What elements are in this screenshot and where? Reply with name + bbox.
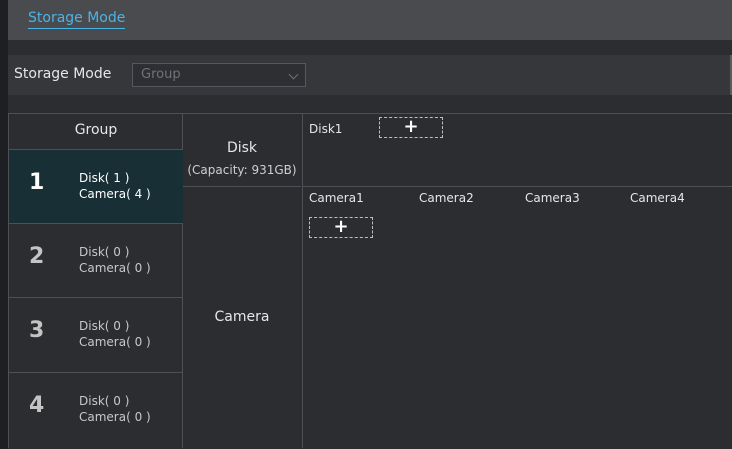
top-tab-bar: Storage Mode <box>8 0 732 40</box>
group-camera-count: Camera( 0 ) <box>79 410 151 424</box>
disk-capacity: (Capacity: 931GB) <box>187 163 297 177</box>
plus-icon: + <box>333 216 349 237</box>
camera-assignment-row: Camera1 Camera2 Camera3 Camera4 + <box>303 187 732 448</box>
group-camera-count: Camera( 0 ) <box>79 261 151 275</box>
camera-item: Camera1 <box>309 191 364 205</box>
camera-item: Camera2 <box>419 191 474 205</box>
storage-group-table: Group 1 Disk( 1 ) Camera( 4 ) 2 Disk( 0 … <box>8 113 732 448</box>
plus-icon: + <box>403 116 419 137</box>
storage-mode-select-value: Group <box>141 67 181 82</box>
disk-item: Disk1 <box>309 122 343 136</box>
camera-item: Camera3 <box>525 191 580 205</box>
storage-mode-select[interactable]: Group <box>132 63 306 87</box>
group-number: 2 <box>29 244 45 269</box>
add-camera-button[interactable]: + <box>309 217 373 238</box>
group-disk-count: Disk( 0 ) <box>79 394 130 408</box>
group-number: 1 <box>29 170 45 195</box>
group-info: Disk( 0 ) Camera( 0 ) <box>79 244 151 276</box>
assignment-area: Disk1 + Camera1 Camera2 Camera3 Camera4 … <box>303 114 732 448</box>
storage-mode-label: Storage Mode <box>14 66 112 82</box>
disk-title: Disk <box>226 140 258 156</box>
group-row-4[interactable]: 4 Disk( 0 ) Camera( 0 ) <box>9 372 183 448</box>
section-labels: Disk (Capacity: 931GB) Camera <box>183 114 303 448</box>
filter-bar: Storage Mode Group <box>8 55 732 95</box>
disk-assignment-row: Disk1 + <box>303 114 732 187</box>
group-info: Disk( 0 ) Camera( 0 ) <box>79 393 151 425</box>
group-row-3[interactable]: 3 Disk( 0 ) Camera( 0 ) <box>9 297 183 371</box>
camera-section-label: Camera <box>214 309 270 325</box>
group-row-1[interactable]: 1 Disk( 1 ) Camera( 4 ) <box>9 149 183 223</box>
group-disk-count: Disk( 0 ) <box>79 319 130 333</box>
group-row-2[interactable]: 2 Disk( 0 ) Camera( 0 ) <box>9 223 183 297</box>
group-camera-count: Camera( 0 ) <box>79 335 151 349</box>
group-disk-count: Disk( 0 ) <box>79 245 130 259</box>
group-info: Disk( 0 ) Camera( 0 ) <box>79 318 151 350</box>
group-number: 4 <box>29 393 45 418</box>
group-header: Group <box>74 122 118 138</box>
chevron-down-icon <box>288 69 299 80</box>
add-disk-button[interactable]: + <box>379 117 443 138</box>
tab-storage-mode[interactable]: Storage Mode <box>28 10 126 29</box>
group-disk-count: Disk( 1 ) <box>79 171 130 185</box>
camera-item: Camera4 <box>630 191 685 205</box>
disk-section-label: Disk (Capacity: 931GB) <box>183 114 301 187</box>
group-list: Group 1 Disk( 1 ) Camera( 4 ) 2 Disk( 0 … <box>8 114 183 448</box>
group-number: 3 <box>29 318 45 343</box>
group-info: Disk( 1 ) Camera( 4 ) <box>79 170 151 202</box>
group-camera-count: Camera( 4 ) <box>79 187 151 201</box>
